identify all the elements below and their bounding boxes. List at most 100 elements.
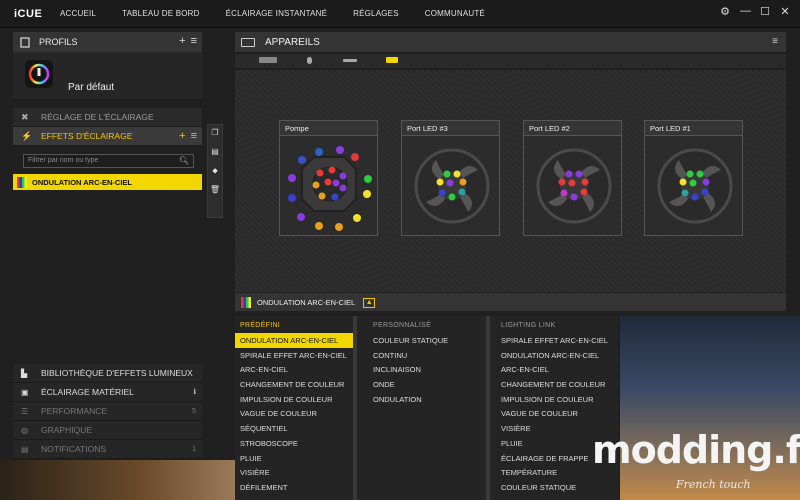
current-effect-bar: ONDULATION ARC-EN-CIEL ▲ <box>235 293 786 311</box>
effect-option[interactable]: CHANGEMENT DE COULEUR <box>235 377 353 392</box>
graphique-row[interactable]: ◍ GRAPHIQUE <box>13 421 202 440</box>
cooler-device-icon[interactable] <box>386 57 398 63</box>
hardware-lighting-row[interactable]: ▣ ÉCLAIRAGE MATÉRIEL ℹ <box>13 383 202 402</box>
device-selector-strip <box>235 54 786 68</box>
info-icon[interactable]: ℹ <box>193 388 196 396</box>
device-card-title: Port LED #2 <box>524 121 621 136</box>
keyboard-device-icon[interactable] <box>259 57 277 63</box>
effects-library-row[interactable]: ▙ BIBLIOTHÈQUE D'EFFETS LUMINEUX <box>13 364 202 383</box>
icue-window: iCUE ACCUEIL TABLEAU DE BORD ÉCLAIRAGE I… <box>0 0 800 500</box>
minimize-icon[interactable]: — <box>740 5 751 18</box>
add-profile-icon[interactable]: + <box>179 35 185 47</box>
devices-header: APPAREILS ≡ <box>235 32 786 52</box>
effect-option[interactable]: VISIÈRE <box>235 465 353 480</box>
effect-option[interactable]: COULEUR STATIQUE <box>368 333 486 348</box>
devices-menu-icon[interactable]: ≡ <box>772 36 778 47</box>
lighting-link-header: LIGHTING LINK <box>501 322 556 329</box>
effects-menu-icon[interactable]: ≡ <box>191 130 197 142</box>
effect-option[interactable]: COULEUR STATIQUE <box>496 480 618 495</box>
graph-icon: ◍ <box>21 425 28 435</box>
settings-icon[interactable]: ⚙ <box>720 5 730 18</box>
duplicate-icon[interactable]: ▤ <box>208 147 222 163</box>
effect-option[interactable]: IMPULSION DE COULEUR <box>496 392 618 407</box>
effect-option[interactable]: ARC-EN-CIEL <box>496 362 618 377</box>
rainbow-bars-icon <box>241 297 251 308</box>
delete-icon[interactable]: 🗑︎ <box>208 185 222 201</box>
lighting-setup-label: RÉGLAGE DE L'ÉCLAIRAGE <box>41 112 154 122</box>
profile-icon <box>19 36 31 48</box>
graphique-label: GRAPHIQUE <box>41 425 93 435</box>
effect-option[interactable]: ONDULATION <box>368 392 486 407</box>
profiles-title: PROFILS <box>39 37 78 47</box>
desktop-background <box>620 316 800 500</box>
notifications-row[interactable]: ▤ NOTIFICATIONS 1 <box>13 440 202 459</box>
fan-led-diagram <box>657 148 733 224</box>
profiles-header: PROFILS + ≡ <box>13 32 202 52</box>
effect-option[interactable]: STROBOSCOPE <box>235 436 353 451</box>
effect-option[interactable]: SPIRALE EFFET ARC-EN-CIEL <box>496 333 618 348</box>
lighting-setup-row[interactable]: ✖ RÉGLAGE DE L'ÉCLAIRAGE <box>13 108 202 127</box>
watermark-logo: modding.fr <box>592 428 800 472</box>
effect-option[interactable]: ONDULATION ARC-EN-CIEL <box>496 348 618 363</box>
effect-option[interactable]: IMPULSION DE COULEUR <box>235 392 353 407</box>
library-icon: ▙ <box>21 368 28 378</box>
chevron-up-icon[interactable]: ▲ <box>363 297 376 308</box>
window-controls: ⚙ — ☐ ✕ <box>720 5 790 18</box>
device-card-pompe[interactable]: Pompe <box>279 120 378 236</box>
effect-option[interactable]: ARC-EN-CIEL <box>235 362 353 377</box>
effect-option[interactable]: DÉFILEMENT <box>235 480 353 495</box>
headset-stand-device-icon[interactable] <box>343 59 357 62</box>
move-icon[interactable]: ⬥ <box>208 166 222 182</box>
effect-list-item[interactable]: ONDULATION ARC-EN-CIEL <box>13 174 202 190</box>
device-card-port-led-3[interactable]: Port LED #3 <box>401 120 500 236</box>
effect-filter-input[interactable]: Filtrer par nom ou type 🔍︎ <box>23 154 194 168</box>
nav-communaute[interactable]: COMMUNAUTÉ <box>425 9 485 18</box>
effect-option[interactable]: VAGUE DE COULEUR <box>235 406 353 421</box>
left-panel: PROFILS + ≡ Par défaut ✖ RÉGLAGE DE L'ÉC… <box>13 32 202 460</box>
effect-dropdown: PRÉDÉFINI ONDULATION ARC-EN-CIEL SPIRALE… <box>235 316 618 500</box>
effect-option[interactable]: CONTINU <box>368 348 486 363</box>
lighting-effects-row[interactable]: ⚡ EFFETS D'ÉCLAIRAGE + ≡ <box>13 127 202 146</box>
nav-accueil[interactable]: ACCUEIL <box>60 9 96 18</box>
maximize-icon[interactable]: ☐ <box>760 5 770 18</box>
effect-tools-strip: ❐ ▤ ⬥ 🗑︎ <box>207 124 223 218</box>
profile-card[interactable]: Par défaut <box>13 52 202 100</box>
mouse-device-icon[interactable] <box>307 57 312 64</box>
profile-logo-icon <box>25 60 53 88</box>
effect-option[interactable]: SÉQUENTIEL <box>235 421 353 436</box>
effect-option[interactable]: VAGUE DE COULEUR <box>496 406 618 421</box>
profile-menu-icon[interactable]: ≡ <box>191 35 197 47</box>
performance-icon: ☰ <box>21 406 29 416</box>
filter-placeholder: Filtrer par nom ou type <box>28 157 99 164</box>
effects-library-label: BIBLIOTHÈQUE D'EFFETS LUMINEUX <box>41 368 193 378</box>
wrench-icon: ✖ <box>21 111 29 122</box>
device-card-port-led-1[interactable]: Port LED #1 <box>644 120 743 236</box>
close-icon[interactable]: ✕ <box>780 5 790 18</box>
main-nav: ACCUEIL TABLEAU DE BORD ÉCLAIRAGE INSTAN… <box>60 9 511 18</box>
effect-option[interactable]: ONDULATION ARC-EN-CIEL <box>235 333 353 348</box>
predefini-header: PRÉDÉFINI <box>240 322 281 329</box>
effect-option[interactable]: SPIRALE EFFET ARC-EN-CIEL <box>235 348 353 363</box>
effect-option[interactable]: INCLINAISON <box>368 362 486 377</box>
lightning-icon: ⚡ <box>21 130 33 141</box>
performance-row[interactable]: ☰ PERFORMANCE 5 <box>13 402 202 421</box>
chip-icon: ▣ <box>21 387 29 397</box>
lighting-effects-label: EFFETS D'ÉCLAIRAGE <box>41 131 133 141</box>
effect-option[interactable]: PLUIE <box>235 451 353 466</box>
pump-led-diagram <box>288 146 372 231</box>
nav-tableau-de-bord[interactable]: TABLEAU DE BORD <box>122 9 200 18</box>
personnalise-column: PERSONNALISÉ COULEUR STATIQUE CONTINU IN… <box>368 316 490 500</box>
device-card-port-led-2[interactable]: Port LED #2 <box>523 120 622 236</box>
notifications-label: NOTIFICATIONS <box>41 444 107 454</box>
search-icon: 🔍︎ <box>178 156 189 165</box>
copy-icon[interactable]: ❐ <box>208 128 222 144</box>
add-effect-icon[interactable]: + <box>179 130 185 142</box>
nav-reglages[interactable]: RÉGLAGES <box>353 9 399 18</box>
effect-option[interactable]: ONDE <box>368 377 486 392</box>
lighting-link-column: LIGHTING LINK SPIRALE EFFET ARC-EN-CIEL … <box>496 316 618 500</box>
fan-led-diagram <box>536 148 612 224</box>
effect-option[interactable]: CHANGEMENT DE COULEUR <box>496 377 618 392</box>
effect-type-selector[interactable]: ONDULATION ARC-EN-CIEL ▲ <box>241 296 376 309</box>
hardware-lighting-label: ÉCLAIRAGE MATÉRIEL <box>41 387 134 397</box>
nav-eclairage-instantane[interactable]: ÉCLAIRAGE INSTANTANÉ <box>226 9 328 18</box>
